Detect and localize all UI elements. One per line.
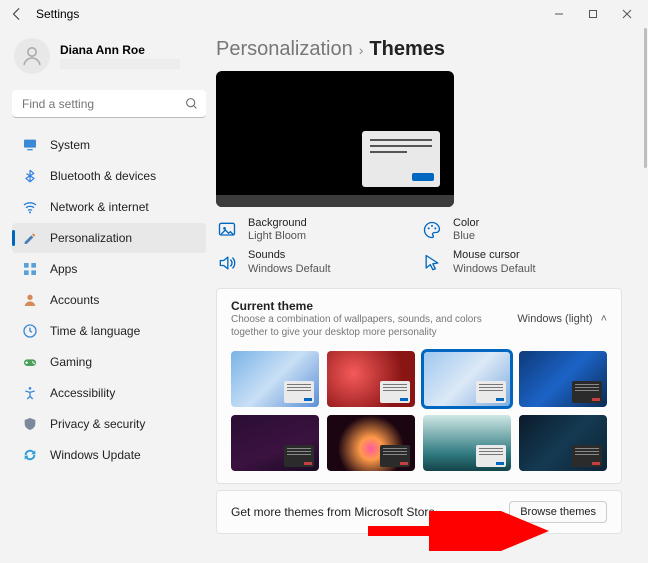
main-content: Personalization › Themes BackgroundLight… <box>214 28 648 563</box>
theme-thumbnail[interactable] <box>327 351 415 407</box>
sidebar-item-bluetooth[interactable]: Bluetooth & devices <box>12 161 206 191</box>
sidebar-item-label: Network & internet <box>50 200 149 214</box>
sidebar-item-label: Accessibility <box>50 386 115 400</box>
maximize-button[interactable] <box>576 1 610 27</box>
back-button[interactable] <box>4 1 30 27</box>
user-email-placeholder <box>60 59 180 69</box>
current-theme-subtitle: Choose a combination of wallpapers, soun… <box>231 313 501 339</box>
theme-thumbnail[interactable] <box>519 351 607 407</box>
gaming-icon <box>22 354 38 370</box>
sidebar-item-label: Gaming <box>50 355 92 369</box>
user-profile[interactable]: Diana Ann Roe <box>12 32 206 84</box>
preview-taskbar <box>216 195 454 207</box>
preview-dialog-mini <box>380 381 410 403</box>
sidebar-item-privacy[interactable]: Privacy & security <box>12 409 206 439</box>
current-theme-header[interactable]: Current theme Choose a combination of wa… <box>231 299 607 339</box>
desktop-preview <box>216 71 454 207</box>
search-wrap <box>12 90 206 118</box>
quick-background[interactable]: BackgroundLight Bloom <box>216 217 401 243</box>
preview-dialog-mini <box>476 445 506 467</box>
preview-dialog-mini <box>572 445 602 467</box>
update-icon <box>22 447 38 463</box>
chevron-up-icon: ˄ <box>601 313 607 325</box>
annotation-arrow <box>364 511 554 551</box>
network-icon <box>22 199 38 215</box>
theme-thumbnail[interactable] <box>231 351 319 407</box>
sidebar: Diana Ann Roe System Bluetooth & devices N… <box>0 28 214 563</box>
user-name: Diana Ann Roe <box>60 43 180 57</box>
avatar <box>14 38 50 74</box>
bluetooth-icon <box>22 168 38 184</box>
sidebar-item-label: System <box>50 138 90 152</box>
current-theme-value: Windows (light) ˄ <box>517 313 607 325</box>
apps-icon <box>22 261 38 277</box>
sidebar-item-label: Personalization <box>50 231 132 245</box>
quick-cursor[interactable]: Mouse cursorWindows Default <box>421 249 606 275</box>
breadcrumb-current: Themes <box>369 38 445 61</box>
current-theme-title: Current theme <box>231 299 507 313</box>
system-icon <box>22 137 38 153</box>
sidebar-item-label: Accounts <box>50 293 99 307</box>
sidebar-item-label: Privacy & security <box>50 417 145 431</box>
sidebar-item-accounts[interactable]: Accounts <box>12 285 206 315</box>
preview-dialog-mini <box>284 445 314 467</box>
image-icon <box>216 219 238 241</box>
privacy-icon <box>22 416 38 432</box>
sidebar-item-label: Apps <box>50 262 77 276</box>
sidebar-item-accessibility[interactable]: Accessibility <box>12 378 206 408</box>
theme-thumbnail[interactable] <box>423 351 511 407</box>
sidebar-item-personalization[interactable]: Personalization <box>12 223 206 253</box>
breadcrumb-parent[interactable]: Personalization <box>216 38 353 61</box>
sidebar-item-time[interactable]: Time & language <box>12 316 206 346</box>
quick-links: BackgroundLight Bloom ColorBlue SoundsWi… <box>216 217 606 276</box>
accessibility-icon <box>22 385 38 401</box>
theme-thumbnail[interactable] <box>423 415 511 471</box>
palette-icon <box>421 219 443 241</box>
personalization-icon <box>22 230 38 246</box>
theme-thumbnail[interactable] <box>327 415 415 471</box>
preview-dialog-mini <box>476 381 506 403</box>
sidebar-item-label: Time & language <box>50 324 140 338</box>
titlebar: Settings <box>0 0 648 28</box>
theme-thumbnail[interactable] <box>231 415 319 471</box>
time-icon <box>22 323 38 339</box>
nav-list: System Bluetooth & devices Network & inter… <box>12 130 206 470</box>
preview-dialog <box>362 131 440 187</box>
breadcrumb: Personalization › Themes <box>216 36 638 71</box>
minimize-button[interactable] <box>542 1 576 27</box>
preview-dialog-mini <box>380 445 410 467</box>
sidebar-item-update[interactable]: Windows Update <box>12 440 206 470</box>
sidebar-item-label: Bluetooth & devices <box>50 169 156 183</box>
accounts-icon <box>22 292 38 308</box>
window-controls <box>542 1 644 27</box>
theme-thumbnail[interactable] <box>519 415 607 471</box>
current-theme-card: Current theme Choose a combination of wa… <box>216 288 622 484</box>
preview-dialog-mini <box>572 381 602 403</box>
arrow-left-icon <box>10 7 24 21</box>
sidebar-item-apps[interactable]: Apps <box>12 254 206 284</box>
sidebar-item-gaming[interactable]: Gaming <box>12 347 206 377</box>
sidebar-item-network[interactable]: Network & internet <box>12 192 206 222</box>
search-icon <box>185 97 198 115</box>
chevron-right-icon: › <box>359 42 364 58</box>
speaker-icon <box>216 252 238 274</box>
person-icon <box>20 44 44 68</box>
close-button[interactable] <box>610 1 644 27</box>
theme-grid <box>231 351 607 471</box>
quick-color[interactable]: ColorBlue <box>421 217 606 243</box>
window-title: Settings <box>36 7 79 21</box>
sidebar-item-system[interactable]: System <box>12 130 206 160</box>
scrollbar-thumb[interactable] <box>644 28 647 168</box>
quick-sounds[interactable]: SoundsWindows Default <box>216 249 401 275</box>
cursor-icon <box>421 252 443 274</box>
sidebar-item-label: Windows Update <box>50 448 141 462</box>
preview-dialog-mini <box>284 381 314 403</box>
search-input[interactable] <box>12 90 206 118</box>
